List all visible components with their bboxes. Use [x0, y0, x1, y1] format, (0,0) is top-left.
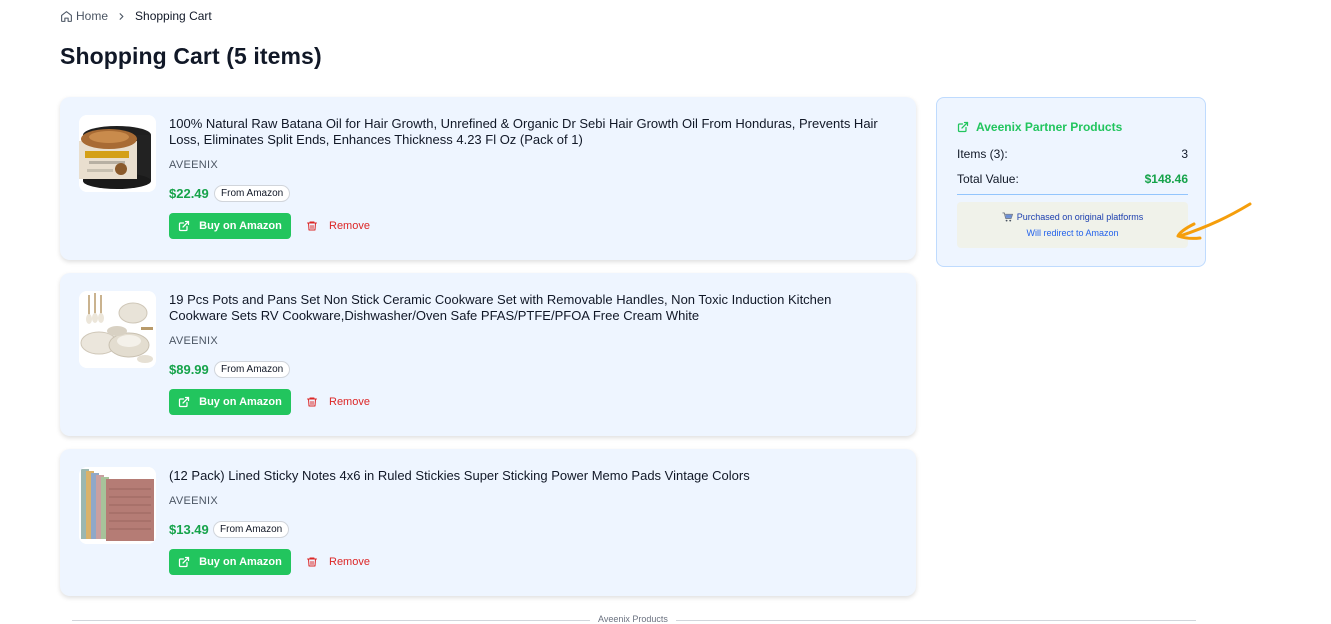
external-link-icon — [179, 556, 190, 568]
buy-on-amazon-button[interactable]: Buy on Amazon — [169, 389, 291, 415]
buy-on-amazon-button[interactable]: Buy on Amazon — [169, 213, 291, 239]
home-icon — [61, 10, 72, 22]
section-divider-label: Aveenix Products — [590, 614, 676, 624]
annotation-arrow-icon — [1176, 202, 1252, 240]
items-count-row: Items (3): 3 — [957, 147, 1188, 161]
notice-line-1: Purchased on original platforms — [957, 212, 1188, 222]
product-brand: AVEENIX — [169, 335, 218, 347]
remove-button-label: Remove — [329, 220, 370, 232]
product-title[interactable]: 100% Natural Raw Batana Oil for Hair Gro… — [169, 116, 889, 148]
remove-item-button[interactable]: Remove — [306, 389, 370, 415]
items-count-label: Items (3): — [957, 147, 1008, 161]
buy-button-label: Buy on Amazon — [199, 220, 282, 232]
batana-oil-jar-image — [79, 115, 156, 192]
summary-title: Aveenix Partner Products — [957, 120, 1122, 134]
breadcrumb-current: Shopping Cart — [135, 9, 212, 23]
cart-icon — [1002, 212, 1013, 222]
partner-summary-panel: Aveenix Partner Products Items (3): 3 To… — [936, 97, 1206, 267]
cart-item: 100% Natural Raw Batana Oil for Hair Gro… — [60, 97, 916, 260]
notice-line-2: Will redirect to Amazon — [1026, 228, 1119, 238]
buy-on-amazon-button[interactable]: Buy on Amazon — [169, 549, 291, 575]
external-link-icon — [957, 121, 969, 133]
total-value-label: Total Value: — [957, 172, 1019, 186]
page-title: Shopping Cart (5 items) — [60, 43, 322, 69]
remove-item-button[interactable]: Remove — [306, 213, 370, 239]
trash-icon — [307, 397, 317, 407]
product-price: $22.49 — [169, 186, 209, 201]
trash-icon — [307, 557, 317, 567]
product-image[interactable] — [79, 467, 156, 544]
items-count-value: 3 — [1181, 147, 1188, 161]
notice-line-1-text: Purchased on original platforms — [1016, 212, 1144, 222]
cookware-set-image — [79, 291, 156, 368]
buy-button-label: Buy on Amazon — [199, 396, 282, 408]
external-link-icon — [179, 220, 190, 232]
platform-notice: Purchased on original platforms Will red… — [957, 202, 1188, 248]
remove-item-button[interactable]: Remove — [306, 549, 370, 575]
breadcrumb: Home Shopping Cart — [60, 8, 212, 24]
product-brand: AVEENIX — [169, 159, 218, 171]
breadcrumb-home-label: Home — [76, 9, 109, 23]
sticky-notes-image — [79, 467, 156, 544]
source-badge: From Amazon — [214, 185, 291, 202]
product-title[interactable]: 19 Pcs Pots and Pans Set Non Stick Ceram… — [169, 292, 889, 324]
remove-button-label: Remove — [329, 396, 370, 408]
total-value-row: Total Value: $148.46 — [957, 172, 1188, 186]
buy-button-label: Buy on Amazon — [199, 556, 282, 568]
product-brand: AVEENIX — [169, 495, 218, 507]
product-price: $13.49 — [169, 522, 209, 537]
product-image[interactable] — [79, 115, 156, 192]
breadcrumb-home-link[interactable]: Home — [60, 9, 108, 23]
summary-divider — [957, 194, 1188, 195]
chevron-right-icon — [116, 11, 127, 22]
product-image[interactable] — [79, 291, 156, 368]
total-value-amount: $148.46 — [1144, 172, 1188, 186]
remove-button-label: Remove — [329, 556, 370, 568]
source-badge: From Amazon — [213, 521, 290, 538]
source-badge: From Amazon — [214, 361, 291, 378]
summary-title-label: Aveenix Partner Products — [976, 120, 1123, 134]
product-title[interactable]: (12 Pack) Lined Sticky Notes 4x6 in Rule… — [169, 468, 889, 484]
cart-item: (12 Pack) Lined Sticky Notes 4x6 in Rule… — [60, 449, 916, 596]
cart-item: 19 Pcs Pots and Pans Set Non Stick Ceram… — [60, 273, 916, 436]
trash-icon — [307, 221, 317, 231]
external-link-icon — [179, 396, 190, 408]
product-price: $89.99 — [169, 362, 209, 377]
